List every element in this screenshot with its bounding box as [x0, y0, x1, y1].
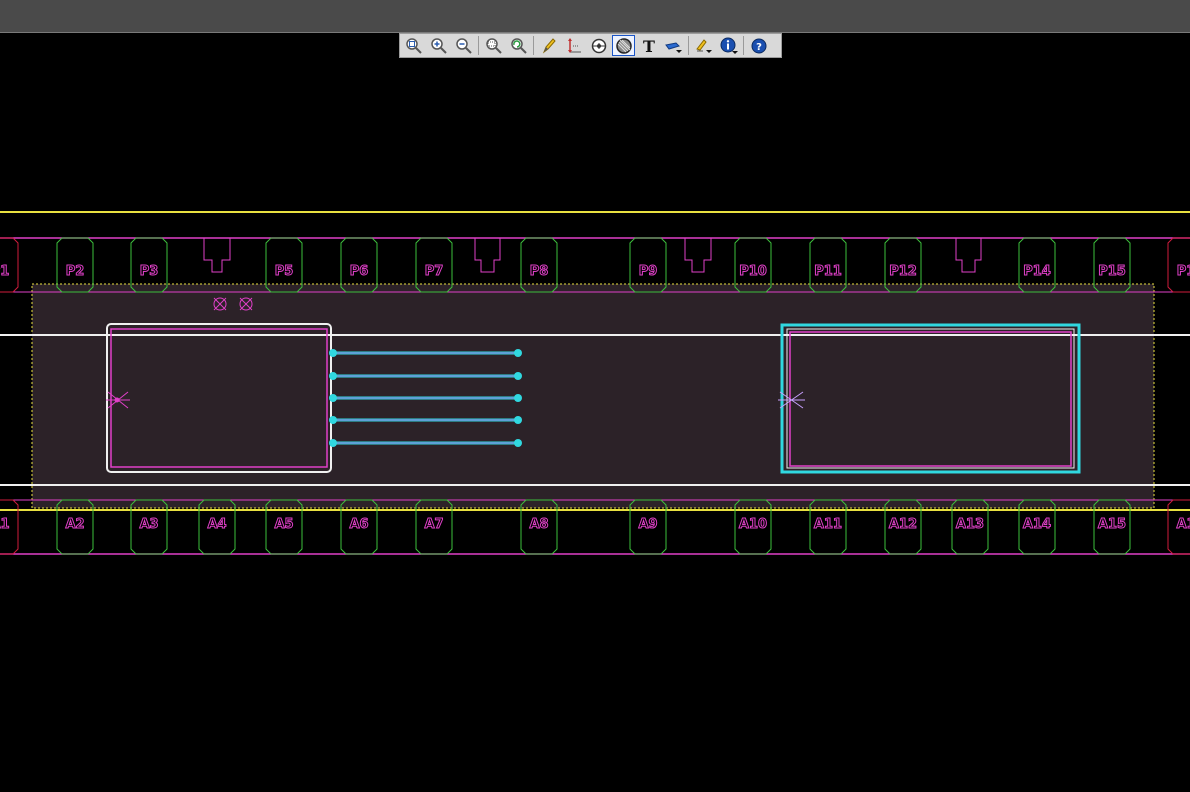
wire-endpoint[interactable]: [514, 372, 522, 380]
pad-label: A12: [889, 517, 917, 532]
top-notches: [203, 238, 982, 273]
pad-label: P15: [1098, 264, 1126, 279]
pad-label: P6: [350, 264, 369, 279]
pad-label: P2: [66, 264, 85, 279]
wire-endpoint[interactable]: [329, 416, 337, 424]
pad-label: P1: [1177, 264, 1190, 279]
wire-endpoint[interactable]: [329, 349, 337, 357]
top-pad-row: P1 P2 P3 P5 P6 P7 P8 P9 P10 P11 P12 P14 P15 P1: [0, 237, 1190, 293]
pad-label: A13: [956, 517, 984, 532]
pad-a4[interactable]: A4: [198, 499, 236, 555]
pad-label: A4: [207, 517, 226, 532]
pad-p12[interactable]: P12: [884, 237, 922, 293]
pad-p8[interactable]: P8: [520, 237, 558, 293]
pad-label: P10: [739, 264, 767, 279]
pad-label: P1: [0, 264, 9, 279]
pad-label: A3: [139, 517, 158, 532]
pad-p1[interactable]: P1: [1167, 237, 1190, 293]
pad-label: P3: [140, 264, 159, 279]
pad-a14[interactable]: A14: [1018, 499, 1056, 555]
pad-a3[interactable]: A3: [130, 499, 168, 555]
wire-endpoint[interactable]: [329, 439, 337, 447]
pad-p2[interactable]: P2: [56, 237, 94, 293]
pad-a1[interactable]: A1: [0, 499, 19, 555]
layout-canvas[interactable]: P1 P2 P3 P5 P6 P7 P8 P9 P10 P11 P12 P14 P15 P1 A1 A2 A3…: [0, 0, 1190, 792]
pad-label: A7: [424, 517, 443, 532]
wire-endpoint[interactable]: [514, 416, 522, 424]
pad-p6[interactable]: P6: [340, 237, 378, 293]
pad-label: A11: [814, 517, 842, 532]
board-body: [32, 284, 1154, 508]
pad-label: A15: [1098, 517, 1126, 532]
wire-endpoint[interactable]: [329, 372, 337, 380]
wire-endpoint[interactable]: [514, 439, 522, 447]
pad-label: P5: [275, 264, 294, 279]
wire-endpoint[interactable]: [514, 349, 522, 357]
wire-endpoint[interactable]: [329, 394, 337, 402]
pad-label: P14: [1023, 264, 1051, 279]
pad-label: P7: [425, 264, 444, 279]
pad-label: P12: [889, 264, 917, 279]
pad-p1[interactable]: P1: [0, 237, 19, 293]
pad-label: A1: [1176, 517, 1190, 532]
pad-label: A10: [739, 517, 767, 532]
pad-label: A2: [65, 517, 84, 532]
pad-label: A6: [349, 517, 368, 532]
pad-label: A8: [529, 517, 548, 532]
pad-a10[interactable]: A10: [734, 499, 772, 555]
pad-label: A9: [638, 517, 657, 532]
pad-label: A14: [1023, 517, 1051, 532]
pad-a1[interactable]: A1: [1167, 499, 1190, 555]
pad-label: P9: [639, 264, 658, 279]
pad-label: P11: [814, 264, 842, 279]
pad-label: P8: [530, 264, 549, 279]
wire-endpoint[interactable]: [514, 394, 522, 402]
pad-label: A1: [0, 517, 10, 532]
pad-label: A5: [274, 517, 293, 532]
